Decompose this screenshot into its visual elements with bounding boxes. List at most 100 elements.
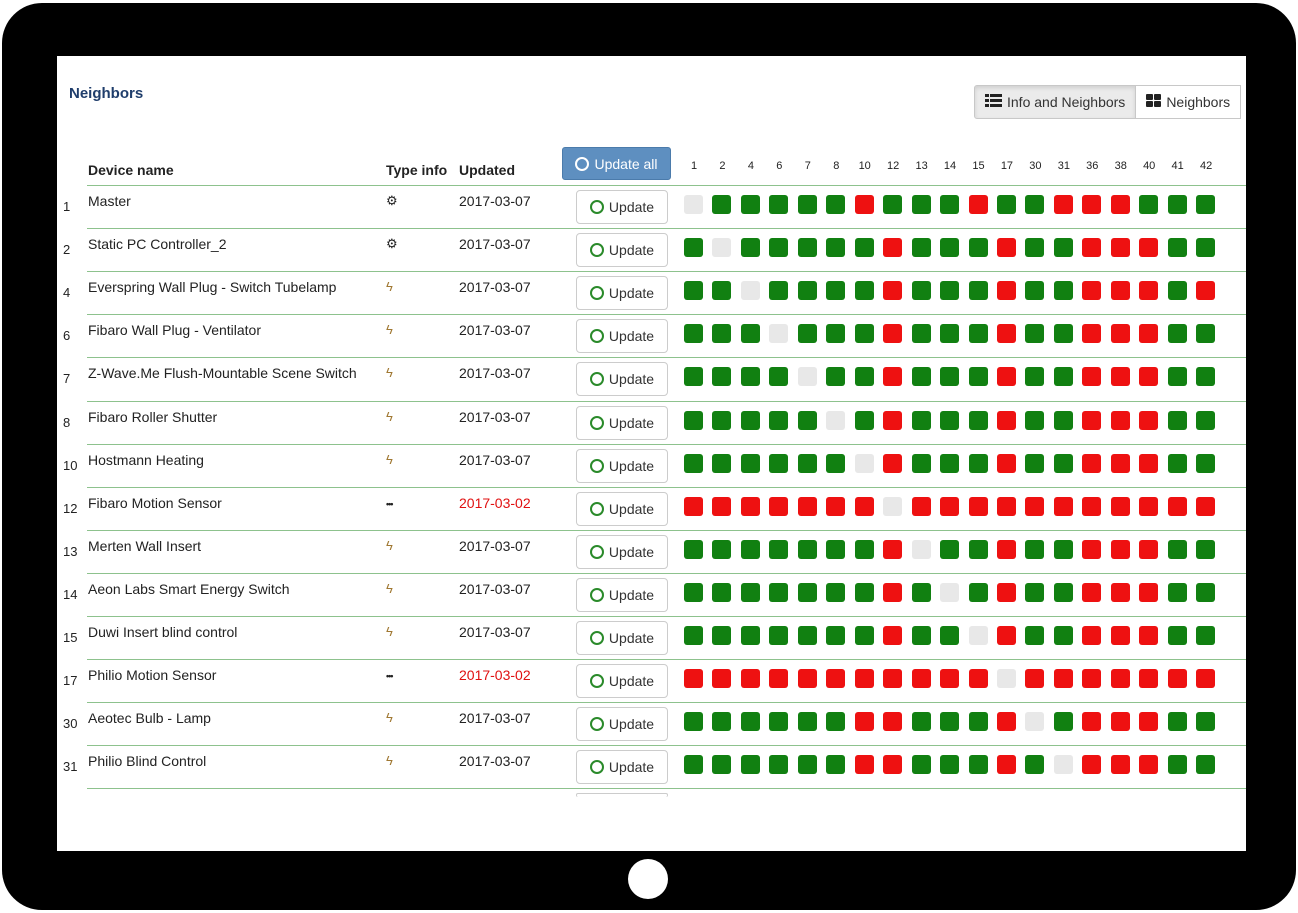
update-button[interactable]: Update bbox=[576, 664, 668, 699]
info-and-neighbors-button[interactable]: Info and Neighbors bbox=[974, 85, 1137, 119]
neighbor-cell bbox=[940, 539, 960, 559]
update-button[interactable]: Update bbox=[576, 190, 668, 224]
neighbor-cell bbox=[996, 367, 1016, 387]
update-label: Update bbox=[608, 328, 655, 345]
neighbor-cell bbox=[968, 539, 988, 559]
neighbor-cell bbox=[1053, 324, 1073, 344]
updated-date: 2017-03-07 bbox=[459, 580, 531, 597]
neighbor-cell bbox=[883, 410, 903, 430]
neighbor-cell bbox=[1053, 539, 1073, 559]
column-header: 6 bbox=[776, 160, 783, 172]
update-button[interactable]: Update bbox=[576, 577, 668, 612]
neighbor-cell bbox=[883, 582, 903, 602]
column-header: 17 bbox=[1000, 160, 1014, 172]
neighbor-cell bbox=[826, 626, 846, 645]
neighbor-cell bbox=[1139, 712, 1159, 732]
info-and-neighbors-label: Info and Neighbors bbox=[1007, 94, 1126, 110]
circle-icon bbox=[589, 544, 604, 559]
circle-icon bbox=[589, 372, 604, 387]
circle-icon bbox=[589, 631, 604, 645]
neighbor-cell bbox=[740, 712, 760, 732]
circle-icon bbox=[589, 415, 604, 430]
neighbor-cell bbox=[1196, 367, 1216, 387]
column-header: 7 bbox=[804, 160, 811, 172]
neighbor-cell bbox=[1110, 669, 1130, 689]
neighbor-cell bbox=[797, 238, 817, 258]
neighbors-button[interactable]: Neighbors bbox=[1136, 85, 1242, 119]
neighbor-cell bbox=[1196, 238, 1216, 258]
update-label: Update bbox=[608, 199, 655, 215]
update-label: Update bbox=[608, 285, 655, 302]
neighbor-cell bbox=[797, 324, 817, 344]
update-button[interactable]: Update bbox=[576, 448, 668, 483]
neighbor-cell bbox=[911, 324, 931, 344]
neighbor-cell bbox=[826, 582, 846, 602]
update-button[interactable]: Update bbox=[576, 362, 668, 397]
device-name: Fibaro Motion Sensor bbox=[88, 494, 222, 511]
neighbor-cell bbox=[1082, 410, 1102, 430]
neighbor-cell bbox=[684, 582, 703, 602]
neighbor-cell bbox=[712, 367, 732, 387]
neighbor-cell bbox=[712, 626, 732, 645]
neighbor-cell bbox=[1082, 238, 1102, 258]
column-header: 10 bbox=[858, 160, 871, 172]
neighbor-cell bbox=[1110, 712, 1130, 732]
neighbor-cell bbox=[883, 755, 903, 775]
update-button[interactable] bbox=[576, 793, 668, 798]
device-name: Fibaro Wall Plug - Ventilator bbox=[88, 322, 261, 339]
update-button[interactable]: Update bbox=[576, 707, 668, 742]
neighbor-cell bbox=[826, 195, 846, 214]
column-header: 12 bbox=[887, 160, 900, 172]
update-button[interactable]: Update bbox=[576, 233, 668, 268]
neighbor-cell bbox=[740, 755, 760, 775]
device-name: Hostmann Heating bbox=[88, 451, 204, 468]
neighbor-cell bbox=[769, 626, 789, 645]
row-number: 14 bbox=[63, 586, 78, 602]
neighbor-cell bbox=[940, 496, 960, 516]
updated-date: 2017-03-02 bbox=[459, 667, 531, 684]
neighbor-cell bbox=[826, 539, 846, 559]
more-icon: ••• bbox=[386, 498, 394, 509]
neighbor-cell bbox=[740, 324, 760, 344]
neighbor-cell bbox=[1167, 195, 1187, 214]
row-number: 15 bbox=[63, 630, 78, 645]
neighbor-cell bbox=[996, 539, 1016, 559]
neighbor-cell bbox=[769, 367, 789, 387]
circle-icon bbox=[589, 717, 604, 732]
neighbor-cell bbox=[883, 324, 903, 344]
neighbor-cell bbox=[883, 539, 903, 559]
update-button[interactable]: Update bbox=[576, 405, 668, 440]
neighbor-cell bbox=[712, 539, 732, 559]
update-button[interactable]: Update bbox=[576, 750, 668, 785]
update-button[interactable]: Update bbox=[576, 319, 668, 354]
column-header: 31 bbox=[1057, 160, 1070, 172]
neighbor-cell bbox=[1082, 281, 1102, 301]
update-button[interactable]: Update bbox=[576, 491, 668, 526]
device-name: Fibaro Roller Shutter bbox=[88, 408, 218, 425]
neighbor-cell bbox=[1167, 626, 1187, 645]
neighbor-cell bbox=[1025, 281, 1045, 301]
circle-icon bbox=[589, 674, 604, 689]
home-button[interactable] bbox=[628, 859, 668, 899]
neighbor-cell bbox=[1082, 496, 1102, 516]
neighbor-cell bbox=[712, 712, 732, 732]
gear-icon: ⚙ bbox=[386, 236, 398, 252]
device-name: Everspring Wall Plug - Switch Tubelamp bbox=[88, 279, 337, 296]
neighbor-cell bbox=[1082, 755, 1102, 775]
neighbor-cell bbox=[996, 712, 1016, 732]
update-all-button[interactable]: Update all bbox=[562, 147, 671, 180]
update-button[interactable]: Update bbox=[576, 276, 668, 311]
neighbor-cell bbox=[1025, 626, 1045, 645]
neighbor-cell bbox=[826, 410, 846, 430]
row-number: 31 bbox=[63, 759, 78, 775]
row-divider bbox=[87, 357, 1246, 359]
update-button[interactable]: Update bbox=[576, 621, 668, 655]
neighbor-cell bbox=[769, 324, 789, 344]
neighbor-cell bbox=[854, 539, 874, 559]
neighbor-cell bbox=[1196, 669, 1216, 689]
neighbor-cell bbox=[769, 712, 789, 732]
neighbor-cell bbox=[968, 195, 988, 214]
neighbor-cell bbox=[854, 669, 874, 689]
neighbor-cell bbox=[883, 453, 903, 473]
update-button[interactable]: Update bbox=[576, 534, 668, 569]
